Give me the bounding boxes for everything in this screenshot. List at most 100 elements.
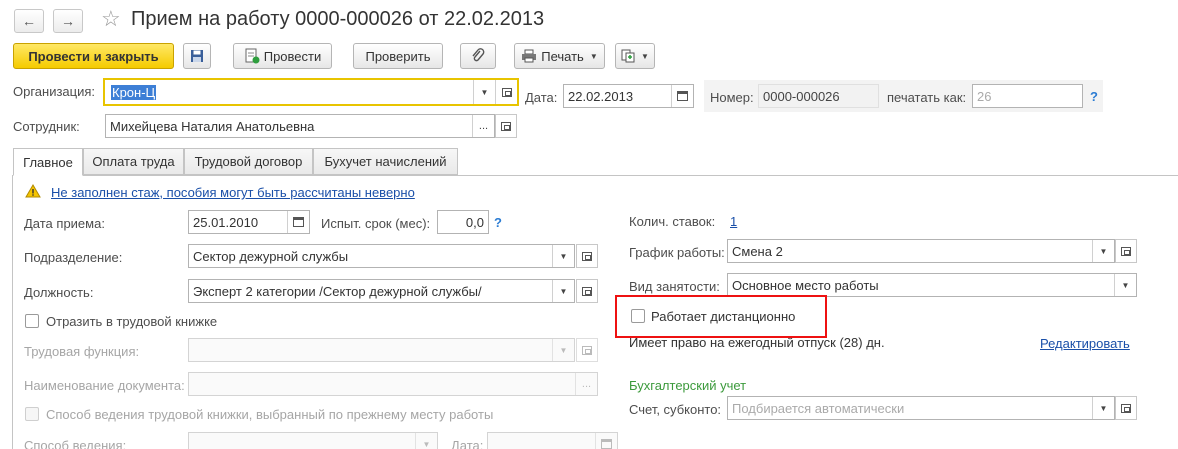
hire-date-field[interactable]: 25.01.2010 — [188, 210, 310, 234]
method-date-field[interactable] — [487, 432, 618, 449]
open-form-icon — [582, 251, 592, 261]
rates-link[interactable]: 1 — [730, 214, 737, 229]
account-open-button[interactable] — [1115, 396, 1137, 420]
open-form-icon — [1121, 246, 1131, 256]
employment-type-label: Вид занятости: — [629, 279, 720, 294]
save-button[interactable] — [183, 43, 211, 69]
labor-function-dropdown-button[interactable]: ▼ — [552, 339, 574, 361]
schedule-field[interactable]: Смена 2 ▼ — [727, 239, 1115, 263]
highlight-annotation — [615, 295, 827, 338]
accounting-section-title: Бухгалтерский учет — [629, 378, 747, 393]
organization-open-button[interactable] — [495, 80, 517, 104]
method-date-calendar-button[interactable] — [595, 433, 617, 449]
hire-date-calendar-button[interactable] — [287, 211, 309, 233]
method-date-label: Дата: — [451, 438, 484, 449]
create-based-on-icon — [621, 49, 635, 63]
date-field[interactable]: 22.02.2013 — [563, 84, 694, 108]
warning-icon — [25, 184, 41, 198]
help-icon[interactable]: ? — [1090, 89, 1098, 104]
open-form-icon — [1121, 403, 1131, 413]
number-field: 0000-000026 — [758, 84, 879, 108]
attach-file-button[interactable] — [460, 43, 496, 69]
organization-label: Организация: — [13, 84, 96, 99]
employee-open-button[interactable] — [495, 114, 517, 138]
department-open-button[interactable] — [576, 244, 598, 268]
previous-method-checkbox[interactable] — [25, 407, 39, 421]
account-label: Счет, субконто: — [629, 402, 722, 417]
tab-labor-contract[interactable]: Трудовой договор — [184, 148, 313, 175]
number-label: Номер: — [710, 90, 754, 105]
labor-function-field[interactable]: ▼ — [188, 338, 575, 362]
labor-function-open-button[interactable] — [576, 338, 598, 362]
calendar-icon — [293, 217, 304, 227]
document-name-select-button[interactable]: ... — [575, 373, 597, 395]
forward-button[interactable]: → — [53, 9, 83, 33]
dropdown-caret-icon: ▼ — [641, 51, 649, 61]
probation-field[interactable]: 0,0 — [437, 210, 489, 234]
favorite-star-icon[interactable]: ☆ — [101, 7, 121, 31]
print-as-field[interactable]: 26 — [972, 84, 1083, 108]
position-label: Должность: — [24, 285, 94, 300]
previous-method-label: Способ ведения трудовой книжки, выбранны… — [46, 407, 494, 422]
method-field[interactable]: ▼ — [188, 432, 438, 449]
document-name-label: Наименование документа: — [24, 378, 185, 393]
post-document-icon — [245, 48, 260, 64]
back-button[interactable]: ← — [14, 9, 44, 33]
back-arrow-icon: ← — [22, 13, 36, 29]
warning-link[interactable]: Не заполнен стаж, пособия могут быть рас… — [51, 185, 415, 200]
open-form-icon — [582, 345, 592, 355]
tab-accrual-accounting[interactable]: Бухучет начислений — [313, 148, 458, 175]
labor-function-label: Трудовая функция: — [24, 344, 140, 359]
tab-panel-border — [12, 175, 13, 449]
position-open-button[interactable] — [576, 279, 598, 303]
account-dropdown-button[interactable]: ▼ — [1092, 397, 1114, 419]
workbook-label: Отразить в трудовой книжке — [46, 314, 218, 329]
calendar-icon — [601, 439, 612, 449]
probation-label: Испыт. срок (мес): — [321, 216, 431, 231]
employment-type-dropdown-button[interactable]: ▼ — [1114, 274, 1136, 296]
paperclip-icon — [472, 48, 485, 62]
position-field[interactable]: Эксперт 2 категории /Сектор дежурной слу… — [188, 279, 575, 303]
workbook-checkbox[interactable] — [25, 314, 39, 328]
check-button[interactable]: Проверить — [353, 43, 443, 69]
tab-main[interactable]: Главное — [13, 148, 83, 176]
department-field[interactable]: Сектор дежурной службы ▼ — [188, 244, 575, 268]
position-dropdown-button[interactable]: ▼ — [552, 280, 574, 302]
save-icon — [191, 50, 203, 62]
post-and-close-button[interactable]: Провести и закрыть — [13, 43, 174, 69]
department-label: Подразделение: — [24, 250, 123, 265]
organization-field[interactable]: Крон-Ц ▼ — [103, 78, 519, 106]
post-button[interactable]: Провести — [233, 43, 332, 69]
schedule-open-button[interactable] — [1115, 239, 1137, 263]
method-label: Способ ведения: — [24, 438, 127, 449]
tab-payroll[interactable]: Оплата труда — [83, 148, 184, 175]
employment-type-field[interactable]: Основное место работы ▼ — [727, 273, 1137, 297]
hire-date-label: Дата приема: — [24, 216, 105, 231]
print-as-label: печатать как: — [887, 90, 967, 105]
create-based-on-button[interactable]: ▼ — [615, 43, 655, 69]
account-field[interactable]: Подбирается автоматически ▼ — [727, 396, 1115, 420]
page-title: Прием на работу 0000-000026 от 22.02.201… — [131, 8, 545, 30]
rates-label: Колич. ставок: — [629, 214, 716, 229]
schedule-dropdown-button[interactable]: ▼ — [1092, 240, 1114, 262]
tab-divider — [12, 175, 1178, 176]
document-name-field[interactable]: ... — [188, 372, 598, 396]
employee-field[interactable]: Михейцева Наталия Анатольевна ... — [105, 114, 495, 138]
organization-dropdown-button[interactable]: ▼ — [473, 80, 495, 104]
open-form-icon — [501, 87, 512, 97]
method-dropdown-button[interactable]: ▼ — [415, 433, 437, 449]
date-calendar-button[interactable] — [671, 85, 693, 107]
department-dropdown-button[interactable]: ▼ — [552, 245, 574, 267]
calendar-icon — [677, 91, 688, 101]
open-form-icon — [582, 286, 592, 296]
schedule-label: График работы: — [629, 245, 725, 260]
edit-vacation-link[interactable]: Редактировать — [1040, 336, 1130, 351]
print-menu-button[interactable]: Печать ▼ — [514, 43, 605, 69]
open-form-icon — [501, 121, 511, 131]
forward-arrow-icon: → — [61, 13, 75, 29]
date-label: Дата: — [525, 90, 558, 105]
employee-label: Сотрудник: — [13, 119, 80, 134]
dropdown-caret-icon: ▼ — [589, 51, 598, 61]
help-icon[interactable]: ? — [494, 215, 502, 230]
employee-select-button[interactable]: ... — [472, 115, 494, 137]
